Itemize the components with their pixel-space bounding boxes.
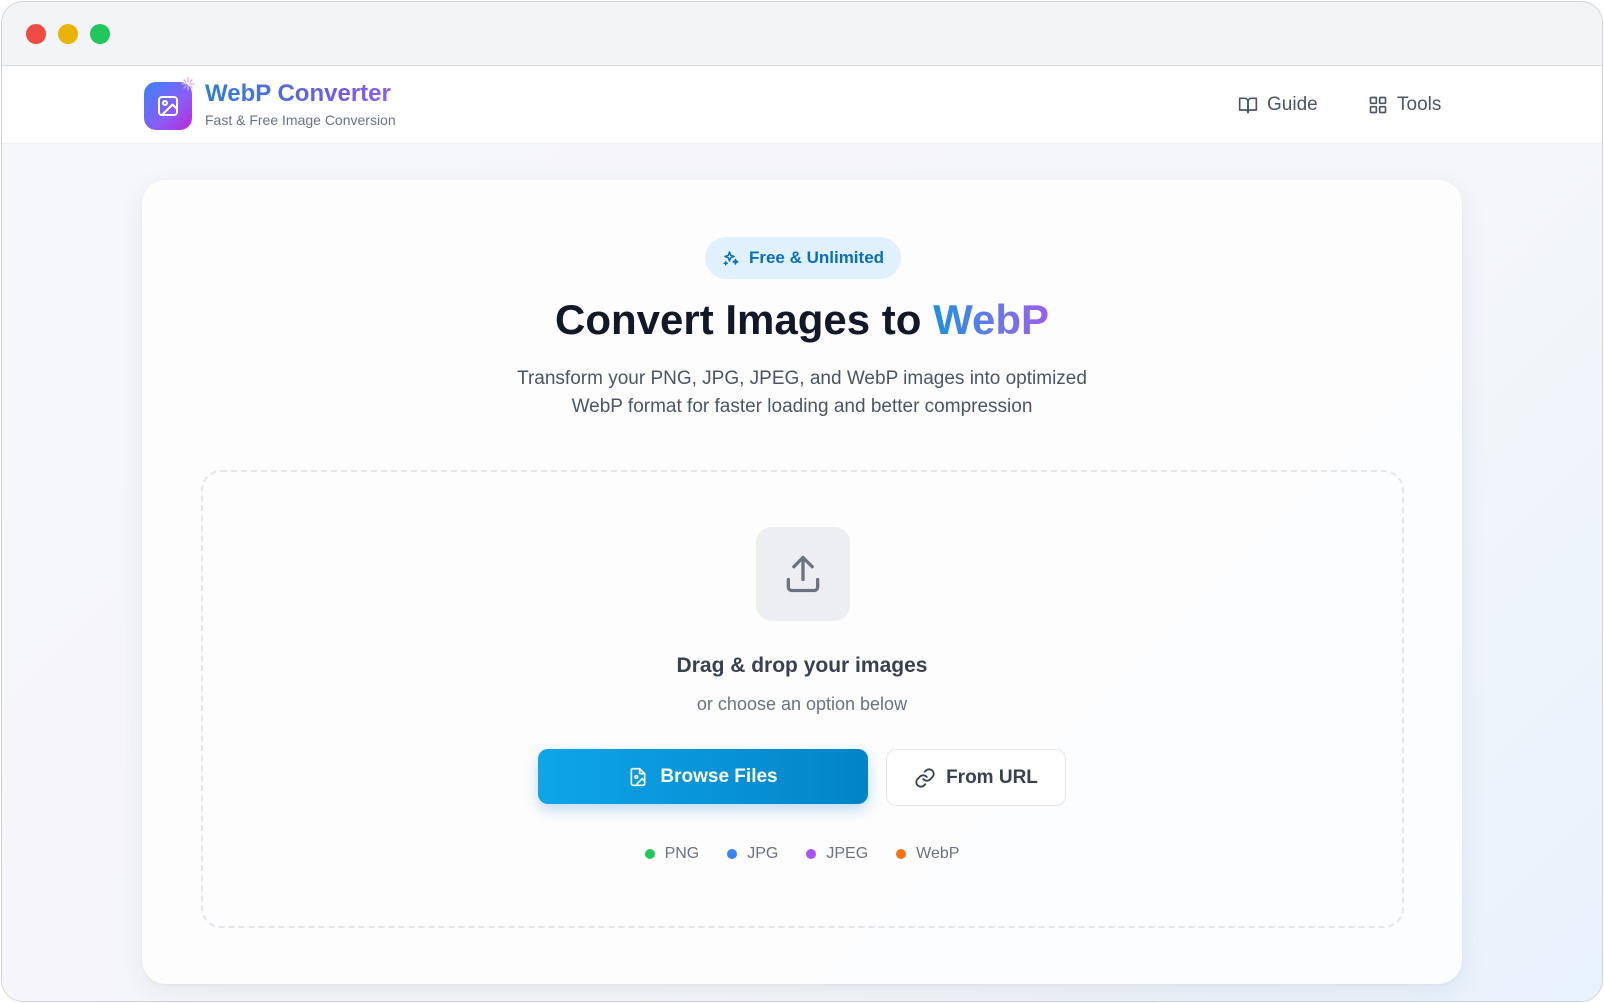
image-icon	[158, 96, 178, 116]
maximize-window-button[interactable]	[90, 24, 110, 44]
format-label: PNG	[664, 845, 700, 862]
sparkle-icon	[181, 77, 195, 91]
hero-subtitle-line1: Transform your PNG, JPG, JPEG, and WebP …	[517, 368, 1087, 389]
browse-files-label: Browse Files	[660, 765, 778, 787]
page-title: Convert Images to WebP	[0, 296, 1604, 344]
from-url-label: From URL	[946, 766, 1038, 788]
from-url-button[interactable]: From URL	[886, 749, 1066, 806]
free-unlimited-badge: Free & Unlimited	[705, 237, 901, 279]
title-prefix: Convert Images to	[554, 296, 934, 343]
sparkles-icon	[723, 251, 739, 266]
drop-zone-title: Drag & drop your images	[676, 654, 928, 677]
close-window-button[interactable]	[26, 24, 46, 44]
browse-files-button[interactable]: Browse Files	[538, 749, 868, 804]
book-open-icon	[1238, 97, 1258, 114]
upload-icon-box	[756, 527, 850, 621]
file-image-icon	[630, 767, 646, 786]
minimize-window-button[interactable]	[58, 24, 78, 44]
format-dot	[644, 849, 655, 859]
drop-zone-subtitle: or choose an option below	[696, 694, 908, 714]
format-label: WebP	[916, 845, 960, 862]
brand-subtitle: Fast & Free Image Conversion	[205, 112, 396, 128]
link-icon	[915, 767, 935, 788]
upload-icon	[786, 555, 820, 593]
nav-guide-label: Guide	[1267, 94, 1318, 115]
window-titlebar	[2, 2, 1602, 66]
nav-tools-link[interactable]: Tools	[1368, 90, 1441, 120]
format-item-png: PNG	[644, 845, 700, 863]
hero-subtitle-line2: WebP format for faster loading and bette…	[571, 396, 1033, 417]
grid-icon	[1369, 96, 1387, 114]
nav-tools-label: Tools	[1397, 94, 1442, 115]
title-accent: WebP	[933, 296, 1049, 343]
format-dot	[806, 849, 817, 859]
badge-label: Free & Unlimited	[748, 248, 885, 267]
format-item-webp: WebP	[896, 845, 959, 863]
format-label: JPG	[747, 845, 779, 862]
supported-formats: PNG JPG JPEG WebP	[0, 845, 1604, 863]
format-dot	[896, 849, 907, 859]
nav-guide-link[interactable]: Guide	[1238, 90, 1318, 120]
format-dot	[727, 849, 738, 859]
top-navbar: WebP Converter Fast & Free Image Convers…	[2, 66, 1602, 144]
format-item-jpg: JPG	[727, 845, 778, 863]
format-label: JPEG	[826, 845, 869, 862]
brand-title[interactable]: WebP Converter	[205, 80, 391, 108]
format-item-jpeg: JPEG	[806, 845, 868, 863]
